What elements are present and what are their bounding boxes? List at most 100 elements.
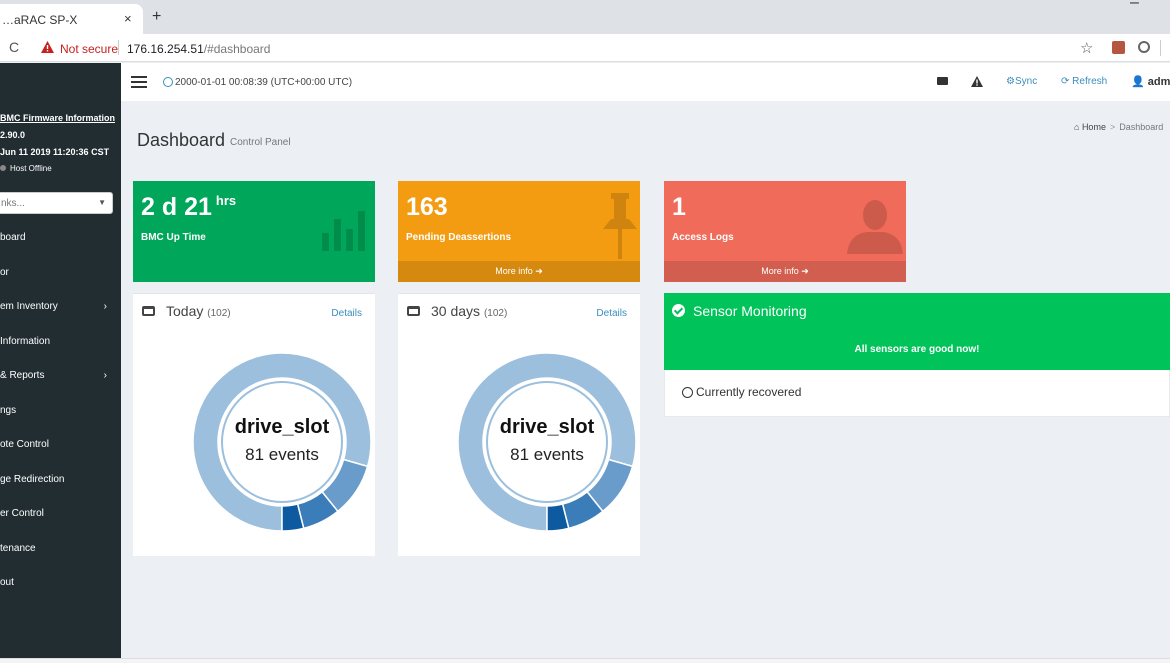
today-events-panel: Today (102) Details drive_slot 81 events <box>133 293 375 556</box>
chevron-right-icon: › <box>103 301 107 312</box>
caret-down-icon: ▼ <box>98 198 106 207</box>
sidebar-item[interactable]: out <box>0 566 121 601</box>
more-info-label: More info <box>761 266 799 276</box>
clock-icon <box>163 77 173 87</box>
sidebar-item[interactable]: or <box>0 256 121 291</box>
sensor-monitoring-panel: Sensor Monitoring All sensors are good n… <box>664 293 1170 417</box>
url-host: 176.16.254.51 <box>127 42 204 56</box>
page-title: Dashboard <box>137 130 226 150</box>
check-circle-icon <box>672 304 685 317</box>
uptime-number: 2 d 21 <box>141 193 212 221</box>
sync-button[interactable]: ⚙Sync <box>1006 76 1037 87</box>
bar-chart-icon <box>322 211 365 251</box>
30-days-events-panel: 30 days (102) Details drive_slot 81 even… <box>398 293 640 556</box>
pdf-extension-icon[interactable] <box>1112 41 1125 54</box>
close-tab-icon[interactable]: × <box>124 11 132 26</box>
tab-title: …aRAC SP-X <box>2 13 78 27</box>
user-menu-button[interactable]: 👤 adm <box>1131 75 1170 88</box>
sidebar-item[interactable]: ote Control <box>0 428 121 463</box>
donut-center-label: drive_slot <box>234 416 330 438</box>
chevron-right-icon: › <box>103 370 107 381</box>
user-label: adm <box>1147 76 1170 88</box>
details-link[interactable]: Details <box>596 308 627 319</box>
sidebar-item-label: ge Redirection <box>0 473 65 485</box>
donut-inner-ring <box>486 381 608 503</box>
current-datetime: 2000-01-01 00:08:39 (UTC+00:00 UTC) <box>175 77 353 88</box>
bookmark-star-icon[interactable]: ☆ <box>1080 39 1093 57</box>
panel-title: Today (102) <box>166 303 231 319</box>
sidebar-item-label: tenance <box>0 542 36 554</box>
events-donut-chart[interactable] <box>191 351 373 533</box>
access-logs-value: 1 <box>672 193 686 221</box>
sidebar-item[interactable]: Information <box>0 325 121 360</box>
address-bar: C Not secure 176.16.254.51/#dashboard ☆ <box>0 34 1170 62</box>
security-indicator[interactable]: Not secure <box>60 42 118 56</box>
inbox-icon <box>407 306 420 316</box>
donut-center-sub: 81 events <box>245 445 319 464</box>
sensor-monitoring-header: Sensor Monitoring All sensors are good n… <box>664 293 1170 370</box>
access-logs-label: Access Logs <box>672 232 734 243</box>
sidebar-item[interactable]: ge Redirection <box>0 463 121 498</box>
access-logs-box: 1 Access Logs More info ➜ <box>664 181 906 282</box>
sensor-status-message: All sensors are good now! <box>854 344 980 355</box>
sidebar-item[interactable]: & Reports › <box>0 359 121 394</box>
warning-icon[interactable] <box>971 76 983 87</box>
warning-icon <box>41 41 54 53</box>
recovered-label: Currently recovered <box>696 385 802 399</box>
window-bottom-edge <box>0 658 1170 663</box>
uptime-value: 2 d 21 hrs <box>141 193 236 222</box>
sidebar-item-label: or <box>0 266 9 278</box>
deassertions-label: Pending Deassertions <box>406 232 512 243</box>
user-icon: 👤 <box>1131 76 1148 88</box>
page-subtitle: Control Panel <box>230 137 291 148</box>
quicklinks-placeholder: nks... <box>1 198 25 209</box>
details-link[interactable]: Details <box>331 308 362 319</box>
browser-tab[interactable]: …aRAC SP-X × <box>0 4 143 34</box>
refresh-icon: ⟳ <box>1061 76 1073 87</box>
top-navbar: 2000-01-01 00:08:39 (UTC+00:00 UTC) ⚙Syn… <box>121 63 1170 101</box>
url-field[interactable]: 176.16.254.51/#dashboard <box>127 42 270 56</box>
refresh-button[interactable]: ⟳ Refresh <box>1061 76 1107 87</box>
envelope-icon[interactable] <box>937 77 948 85</box>
donut-inner-ring <box>221 381 343 503</box>
sidebar-item-label: & Reports <box>0 370 45 381</box>
donut-center-sub: 81 events <box>510 445 584 464</box>
firmware-version: 2.90.0 <box>0 130 26 140</box>
sidebar: BMC Firmware Information 2.90.0 Jun 11 2… <box>0 63 121 663</box>
sidebar-item-label: ote Control <box>0 439 49 450</box>
panel-count: (102) <box>483 308 508 319</box>
uptime-unit: hrs <box>215 193 237 208</box>
firmware-info-title[interactable]: BMC Firmware Information <box>0 113 115 123</box>
sidebar-item[interactable]: em Inventory › <box>0 290 121 325</box>
sensor-monitoring-title: Sensor Monitoring <box>693 303 807 319</box>
sidebar-item[interactable]: tenance <box>0 532 121 567</box>
deassertions-more-info[interactable]: More info ➜ <box>398 261 640 282</box>
quicklinks-select[interactable]: nks... ▼ <box>0 192 113 214</box>
arrow-circle-right-icon: ➜ <box>801 266 809 276</box>
sidebar-item-label: out <box>0 577 14 588</box>
panel-count: (102) <box>207 308 231 319</box>
pushpin-icon <box>603 193 637 259</box>
sidebar-item-label: er Control <box>0 508 44 519</box>
access-logs-more-info[interactable]: More info ➜ <box>664 261 906 282</box>
sidebar-item[interactable]: board <box>0 221 121 256</box>
menu-toggle-icon[interactable] <box>131 76 147 88</box>
minimize-icon[interactable]: – <box>1130 0 1139 12</box>
reload-icon[interactable]: C <box>9 39 19 55</box>
host-status: Host Offline <box>0 164 52 173</box>
breadcrumb-home[interactable]: Home <box>1082 122 1106 132</box>
sidebar-item[interactable]: er Control <box>0 497 121 532</box>
gear-icon: ⚙ <box>1006 76 1015 87</box>
check-circle-icon <box>682 387 693 398</box>
events-donut-chart[interactable] <box>456 351 638 533</box>
sidebar-item[interactable]: ngs <box>0 394 121 429</box>
donut-center-label: drive_slot <box>499 416 595 438</box>
extension-icon[interactable] <box>1138 41 1150 53</box>
status-dot-icon <box>0 165 6 171</box>
toolbar-divider <box>1160 40 1161 56</box>
firmware-date: Jun 11 2019 11:20:36 CST <box>0 147 110 157</box>
breadcrumb-separator: > <box>1109 122 1116 132</box>
new-tab-button[interactable]: + <box>152 8 161 26</box>
url-separator <box>118 40 119 55</box>
sidebar-item-label: Information <box>0 335 51 347</box>
